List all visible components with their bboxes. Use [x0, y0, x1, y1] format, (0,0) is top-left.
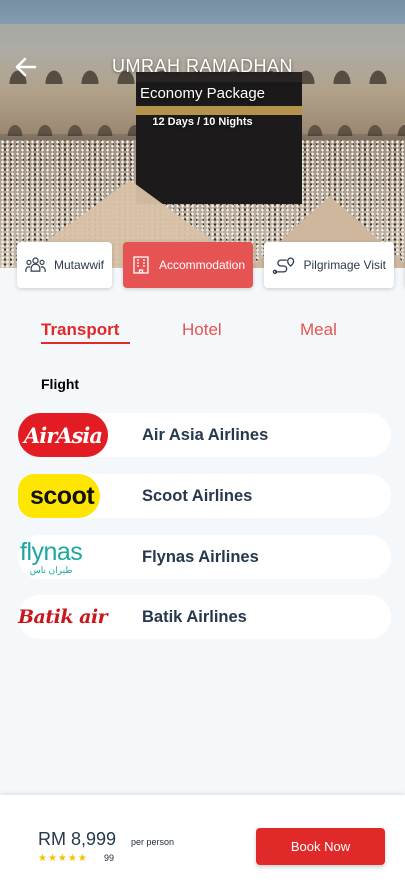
tab-hotel[interactable]: Hotel — [182, 320, 222, 340]
airline-name: Batik Airlines — [142, 607, 247, 626]
price: RM 8,999 — [38, 829, 117, 849]
booking-footer: RM 8,999 per person ★★★★★ 99 Book Now — [0, 795, 405, 890]
airline-name: Flynas Airlines — [142, 547, 259, 566]
airline-item-batik[interactable]: Batik air Batik Airlines — [18, 595, 391, 639]
building-icon — [133, 256, 149, 274]
airline-name: Scoot Airlines — [142, 486, 253, 505]
airline-item-airasia[interactable]: AirAsia Air Asia Airlines — [18, 413, 391, 457]
airline-name: Air Asia Airlines — [142, 425, 269, 444]
airasia-logo: AirAsia — [18, 413, 130, 457]
section-title: Flight — [41, 376, 80, 392]
flynas-logo: flynas طيران ناس — [20, 537, 83, 575]
active-tab-indicator — [41, 342, 130, 344]
rating-count: 99 — [104, 853, 115, 863]
chip-label: Accommodation — [158, 258, 245, 272]
chip-pilgrimage-visit[interactable]: Pilgrimage Visit — [264, 242, 394, 288]
airline-item-scoot[interactable]: scoot Scoot Airlines — [18, 474, 391, 518]
chip-label: Pilgrimage Visit — [303, 258, 386, 272]
star-rating: ★★★★★ — [38, 853, 88, 864]
package-duration: 12 Days / 10 Nights — [152, 116, 253, 128]
hero-image — [0, 0, 405, 268]
route-icon — [272, 257, 295, 275]
chip-label: Mutawwif — [53, 258, 104, 272]
tab-transport[interactable]: Transport — [41, 320, 119, 340]
page-title: UMRAH RAMADHAN — [111, 56, 293, 76]
tab-meal[interactable]: Meal — [300, 320, 337, 340]
package-name: Economy Package — [139, 85, 266, 102]
detail-tabs: Transport Hotel Meal — [0, 318, 405, 348]
people-icon — [25, 257, 46, 272]
price-unit: per person — [131, 837, 175, 847]
airline-item-flynas[interactable]: flynas طيران ناس Flynas Airlines — [18, 535, 391, 579]
scoot-logo: scoot — [18, 474, 130, 518]
book-now-button[interactable]: Book Now — [256, 828, 385, 865]
chip-accommodation[interactable]: Accommodation — [123, 242, 253, 288]
category-chips: Mutawwif Accommodation Pilgrimage Visit — [17, 242, 405, 288]
chip-mutawwif[interactable]: Mutawwif — [17, 242, 112, 288]
batik-logo: Batik air — [18, 606, 108, 628]
